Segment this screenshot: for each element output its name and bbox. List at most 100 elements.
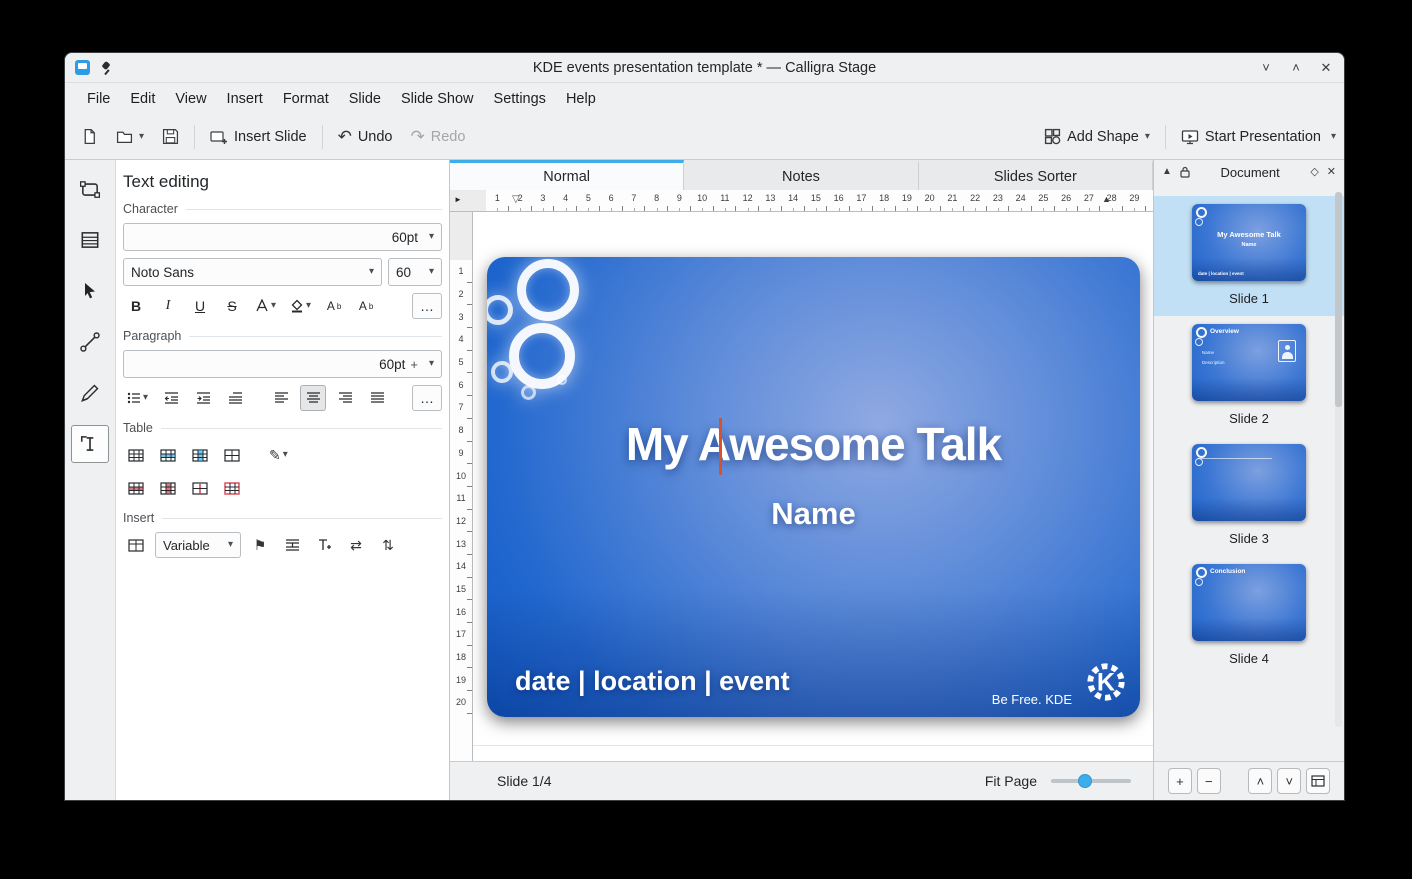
delete-column-button[interactable] (155, 475, 181, 501)
slide-thumbnail-item[interactable]: ConclusionSlide 4 (1154, 556, 1344, 676)
move-slide-down-button[interactable]: ˅ (1277, 768, 1301, 794)
insert-table-button[interactable] (123, 442, 149, 468)
delete-table-button[interactable] (219, 475, 245, 501)
align-center-button[interactable] (300, 385, 326, 411)
menu-slide-show[interactable]: Slide Show (391, 87, 484, 111)
delete-slide-button[interactable]: − (1197, 768, 1221, 794)
open-chevron-icon[interactable]: ▾ (139, 132, 144, 142)
slide-thumbnail[interactable]: Conclusion (1192, 564, 1306, 641)
freehand-path-tool[interactable] (71, 374, 109, 412)
titlebar[interactable]: KDE events presentation template * — Cal… (65, 53, 1344, 83)
highlight-color-button[interactable]: ▾ (286, 293, 315, 319)
save-button[interactable] (154, 122, 187, 151)
horizontal-ruler[interactable]: ► 12345678910111213141516171819202122232… (450, 190, 1153, 212)
slide-canvas[interactable]: 1234567891011121314151617181920 My Aweso… (450, 212, 1153, 761)
merge-cells-button[interactable] (219, 442, 245, 468)
menu-file[interactable]: File (77, 87, 120, 111)
split-sections-button[interactable]: ⇅ (375, 532, 401, 558)
insert-column-button[interactable] (187, 442, 213, 468)
thumbnail-scrollbar-handle[interactable] (1335, 192, 1342, 407)
menu-edit[interactable]: Edit (120, 87, 165, 111)
highlight-chevron-icon[interactable]: ▾ (306, 301, 311, 311)
insert-bookmark-button[interactable]: ⚑ (247, 532, 273, 558)
new-document-button[interactable] (73, 122, 106, 151)
vertical-ruler[interactable]: 1234567891011121314151617181920 (450, 212, 473, 761)
align-right-button[interactable] (332, 385, 358, 411)
slide-thumbnail[interactable] (1192, 444, 1306, 521)
decrease-indent-button[interactable] (158, 385, 184, 411)
default-pointer-tool[interactable] (71, 272, 109, 310)
superscript-button[interactable]: Ab (321, 293, 347, 319)
add-slide-button[interactable]: + (1168, 768, 1192, 794)
subscript-button[interactable]: Ab (353, 293, 379, 319)
menu-format[interactable]: Format (273, 87, 339, 111)
tab-notes[interactable]: Notes (684, 160, 918, 190)
indent-marker-right[interactable]: ▲ (1102, 195, 1111, 204)
zoom-mode-label[interactable]: Fit Page (985, 773, 1037, 789)
zoom-slider-handle[interactable] (1078, 774, 1092, 788)
edit-frames-tool[interactable] (71, 221, 109, 259)
thumbnail-scrollbar[interactable] (1335, 192, 1342, 727)
first-line-indent-button[interactable] (222, 385, 248, 411)
window-maximize-button[interactable]: ˄ (1288, 60, 1304, 76)
slide-thumbnail-item[interactable]: OverviewNameDescriptionSlide 2 (1154, 316, 1344, 436)
list-style-button[interactable]: ▾ (123, 385, 152, 411)
slide-show-options-button[interactable] (1306, 768, 1330, 794)
insert-row-button[interactable] (155, 442, 181, 468)
edit-shapes-tool[interactable] (71, 170, 109, 208)
italic-button[interactable]: I (155, 293, 181, 319)
undo-button[interactable]: ↶ Undo (330, 122, 401, 151)
docker-close-icon[interactable]: ✕ (1327, 167, 1336, 178)
paragraph-more-button[interactable]: … (412, 385, 442, 411)
slide-thumbnail[interactable]: My Awesome TalkNamedate | location | eve… (1192, 204, 1306, 281)
slide-subtitle-text[interactable]: Name (487, 496, 1140, 532)
menu-insert[interactable]: Insert (217, 87, 273, 111)
open-document-button[interactable]: ▾ (108, 122, 152, 151)
slide-thumbnail[interactable]: OverviewNameDescription (1192, 324, 1306, 401)
menu-slide[interactable]: Slide (339, 87, 391, 111)
character-more-button[interactable]: … (412, 293, 442, 319)
font-color-button[interactable]: ▾ (251, 293, 280, 319)
menu-view[interactable]: View (165, 87, 216, 111)
slide-editing-area[interactable]: My Awesome Talk Name date | location | e… (487, 257, 1140, 717)
slide-thumbnail-item[interactable]: My Awesome TalkNamedate | location | eve… (1154, 196, 1344, 316)
move-slide-up-button[interactable]: ˄ (1248, 768, 1272, 794)
menu-settings[interactable]: Settings (484, 87, 556, 111)
insert-frame-button[interactable] (123, 532, 149, 558)
menu-help[interactable]: Help (556, 87, 606, 111)
slide-thumbnail-item[interactable]: Slide 3 (1154, 436, 1344, 556)
docker-float-icon[interactable]: ◇ (1310, 167, 1318, 178)
text-tool[interactable] (71, 425, 109, 463)
indent-marker-left[interactable]: ▽ (512, 195, 520, 205)
increase-indent-button[interactable] (190, 385, 216, 411)
connector-tool[interactable] (71, 323, 109, 361)
character-style-combo[interactable]: 60pt ▾ (123, 223, 442, 251)
paragraph-style-combo[interactable]: 60pt + ▾ (123, 350, 442, 378)
paragraph-style-plus-icon[interactable]: + (410, 357, 418, 372)
window-shade-button[interactable]: ˅ (1258, 60, 1274, 76)
underline-button[interactable]: U (187, 293, 213, 319)
split-cells-button[interactable] (187, 475, 213, 501)
font-family-combo[interactable]: Noto Sans ▾ (123, 258, 382, 286)
slide-title-text[interactable]: My Awesome Talk (487, 417, 1140, 471)
docker-collapse-icon[interactable]: ▲ (1162, 167, 1172, 177)
tab-normal[interactable]: Normal (450, 160, 684, 190)
insert-section-button[interactable] (279, 532, 305, 558)
docker-lock-icon[interactable] (1180, 166, 1190, 178)
insert-slide-button[interactable]: Insert Slide (202, 123, 315, 151)
table-pen-chevron-icon[interactable]: ▾ (283, 450, 288, 460)
bold-button[interactable]: B (123, 293, 149, 319)
font-color-chevron-icon[interactable]: ▾ (271, 301, 276, 311)
strikethrough-button[interactable]: S (219, 293, 245, 319)
window-close-button[interactable]: ✕ (1318, 60, 1334, 76)
list-style-chevron-icon[interactable]: ▾ (143, 393, 148, 403)
insert-text-button[interactable] (311, 532, 337, 558)
tab-slides-sorter[interactable]: Slides Sorter (919, 160, 1153, 190)
align-justify-button[interactable] (364, 385, 390, 411)
start-presentation-button[interactable]: Start Presentation (1173, 123, 1329, 151)
insert-variable-combo[interactable]: Variable ▾ (155, 532, 241, 558)
align-left-button[interactable] (268, 385, 294, 411)
slide-footer-text[interactable]: date | location | event (515, 666, 790, 697)
toolbar-overflow-chevron-icon[interactable]: ▾ (1331, 132, 1336, 142)
add-shape-button[interactable]: Add Shape ▾ (1036, 122, 1158, 151)
